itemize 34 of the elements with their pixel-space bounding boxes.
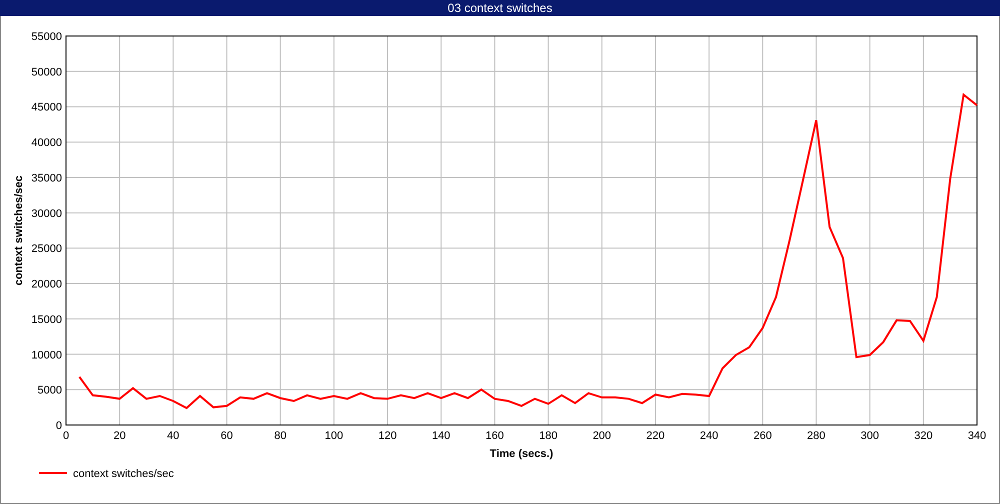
x-tick-label: 180 (539, 430, 558, 442)
x-tick-label: 120 (378, 430, 397, 442)
x-tick-label: 260 (753, 430, 772, 442)
y-tick-label: 15000 (31, 314, 62, 326)
x-tick-label: 60 (220, 430, 233, 442)
y-tick-label: 20000 (31, 278, 62, 291)
x-tick-label: 160 (486, 430, 504, 442)
y-tick-label: 5000 (38, 384, 62, 397)
x-tick-label: 140 (432, 430, 450, 442)
y-tick-label: 10000 (31, 349, 62, 362)
window-title: 03 context switches (0, 0, 1000, 16)
x-tick-label: 300 (860, 430, 879, 442)
y-tick-label: 40000 (31, 137, 62, 150)
x-tick-label: 40 (167, 430, 180, 442)
x-axis-title: Time (secs.) (490, 448, 554, 460)
y-tick-label: 50000 (31, 66, 62, 78)
y-axis-title: context switches/sec (13, 175, 25, 286)
y-tick-label: 0 (56, 420, 62, 432)
x-tick-label: 320 (914, 430, 933, 442)
x-tick-label: 100 (324, 430, 344, 442)
x-tick-label: 20 (113, 430, 126, 442)
y-tick-label: 25000 (31, 243, 62, 256)
y-tick-label: 30000 (31, 208, 62, 220)
x-tick-label: 240 (700, 430, 718, 442)
y-tick-label: 35000 (31, 172, 62, 184)
x-tick-label: 220 (646, 430, 665, 442)
x-tick-label: 280 (807, 430, 826, 442)
x-tick-label: 0 (62, 430, 70, 442)
legend-label: context switches/sec (73, 468, 174, 480)
y-tick-label: 45000 (31, 102, 62, 114)
x-tick-label: 340 (968, 430, 986, 442)
x-tick-label: 200 (592, 430, 612, 442)
x-tick-label: 80 (274, 430, 286, 442)
y-tick-label: 55000 (31, 31, 62, 43)
